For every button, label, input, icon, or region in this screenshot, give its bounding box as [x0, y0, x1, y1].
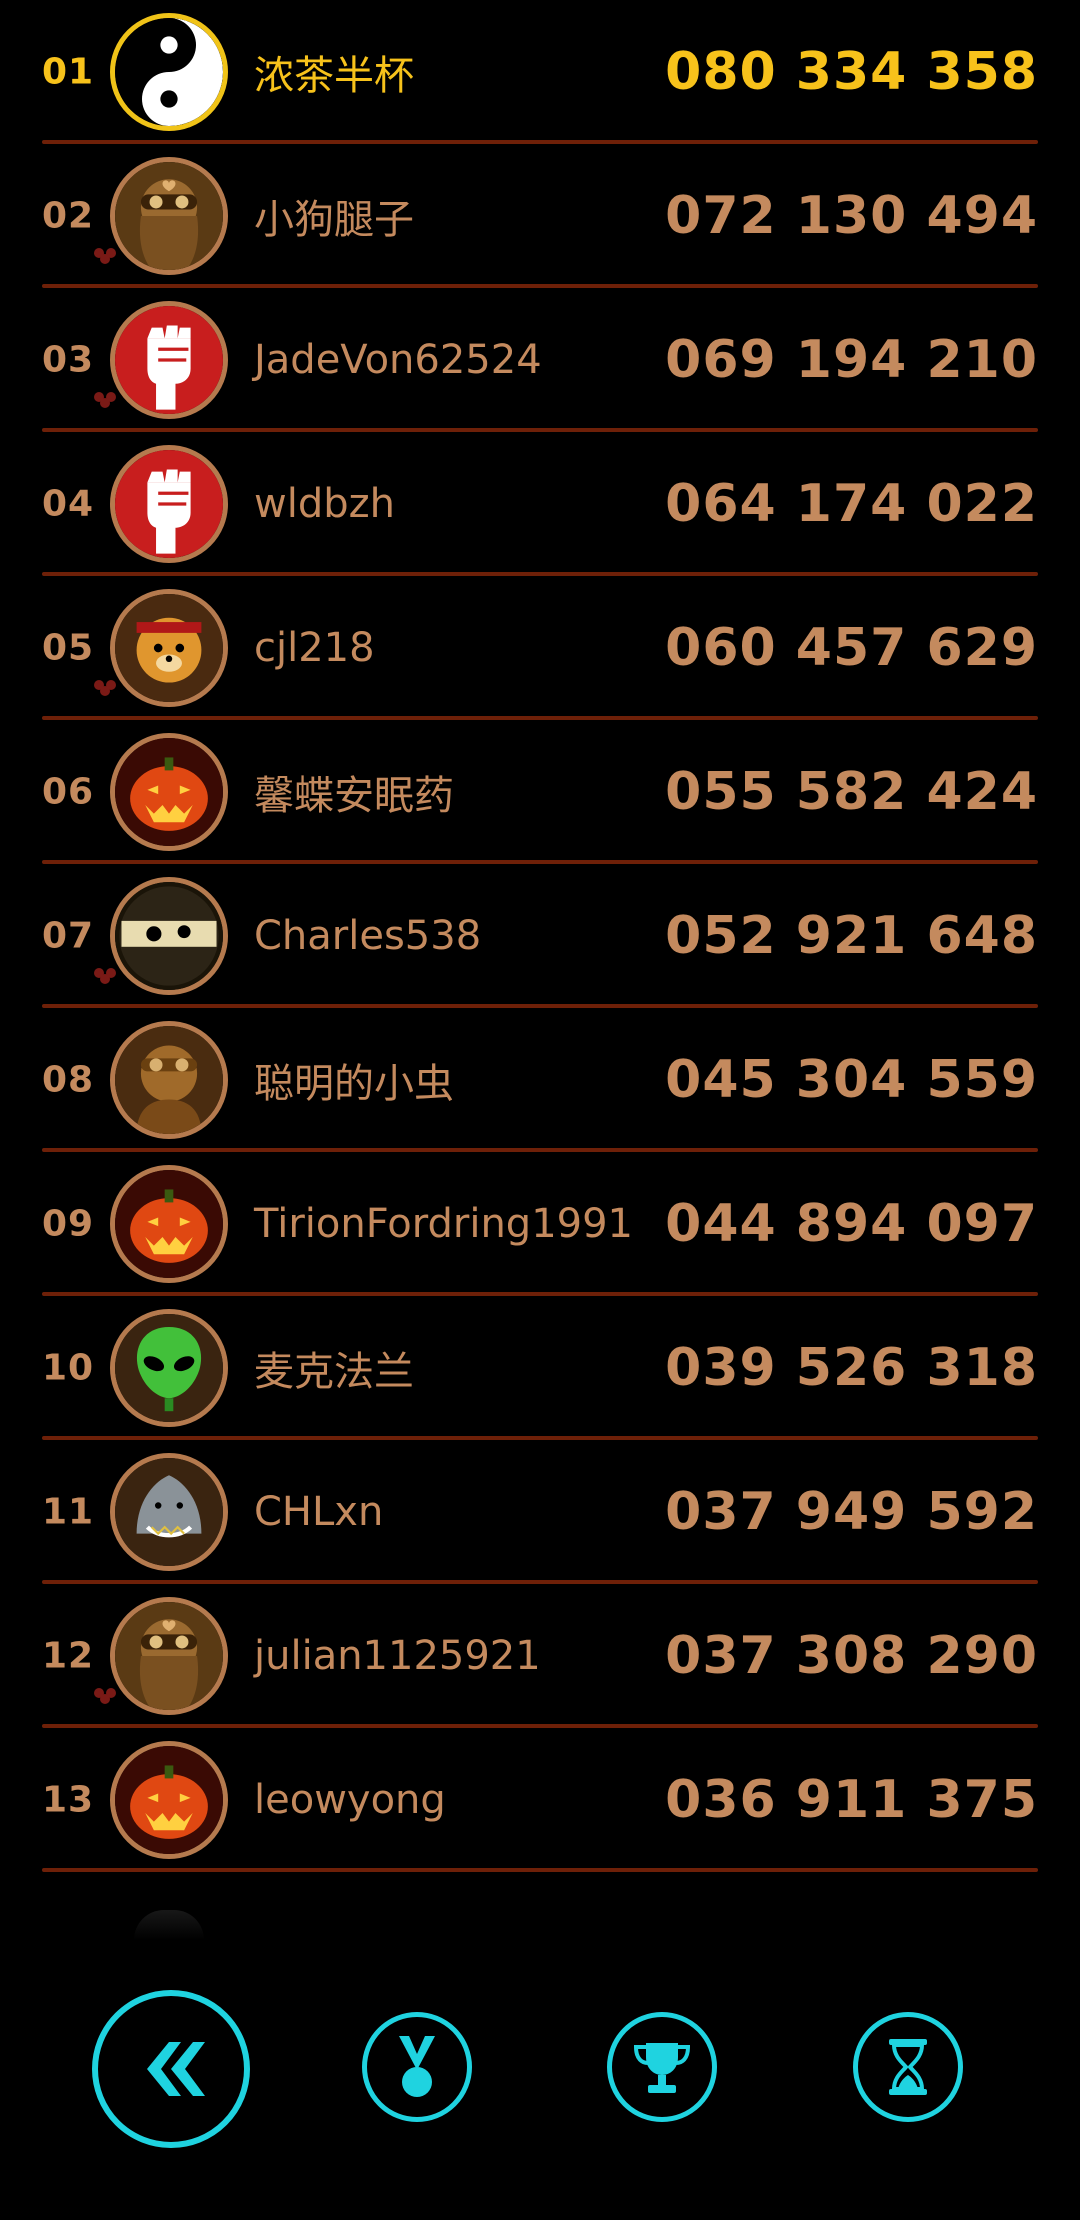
alien-icon [115, 1314, 223, 1422]
leaderboard-row[interactable]: 07 Charles538 052 921 648 [0, 864, 1080, 1008]
back-double-chevron-icon [147, 2042, 205, 2096]
rank-number: 10 [42, 1347, 95, 1389]
leaderboard-row[interactable]: 06 馨蝶安眠药 055 582 424 [0, 720, 1080, 864]
player-name: 小狗腿子 [254, 197, 414, 243]
player-score: 052 921 648 [665, 906, 1038, 966]
player-name: 聪明的小虫 [254, 1061, 454, 1107]
pumpkin-icon [115, 1170, 223, 1278]
player-score: 039 526 318 [665, 1338, 1038, 1398]
player-score: 080 334 358 [665, 42, 1038, 102]
rank-number: 13 [42, 1779, 95, 1821]
medal-icon [399, 2036, 435, 2097]
player-score: 044 894 097 [665, 1194, 1038, 1254]
player-score: 037 308 290 [665, 1626, 1038, 1686]
player-score: 037 949 592 [665, 1482, 1038, 1542]
rank-number: 04 [42, 483, 95, 525]
player-avatar[interactable] [110, 301, 228, 419]
rank-number: 01 [42, 51, 95, 93]
leaderboard-row[interactable]: 05 cjl218 060 457 629 [0, 576, 1080, 720]
player-score: 064 174 022 [665, 474, 1038, 534]
player-name: JadeVon62524 [254, 337, 542, 383]
yin-yang-icon [115, 18, 223, 126]
player-name: 麦克法兰 [254, 1349, 414, 1395]
player-name: leowyong [254, 1777, 446, 1823]
rank-number: 02 [42, 195, 95, 237]
leaderboard-row[interactable]: 02 小狗腿子 072 130 494 [0, 144, 1080, 288]
player-name: 馨蝶安眠药 [254, 773, 454, 819]
rank-number: 03 [42, 339, 95, 381]
leaderboard-row[interactable]: 08 聪明的小虫 045 304 559 [0, 1008, 1080, 1152]
player-score: 055 582 424 [665, 762, 1038, 822]
group-icon [94, 968, 118, 984]
rank-number: 12 [42, 1635, 95, 1677]
leaderboard-row[interactable]: 04 wldbzh 064 174 022 [0, 432, 1080, 576]
bottom-nav [0, 1990, 1080, 2160]
raised-fist-icon [115, 306, 223, 414]
rank-number: 08 [42, 1059, 95, 1101]
rank-number: 07 [42, 915, 95, 957]
back-button[interactable] [92, 1990, 250, 2148]
pumpkin-icon [115, 738, 223, 846]
player-avatar[interactable] [110, 1165, 228, 1283]
hourglass-icon [889, 2039, 927, 2095]
group-icon [94, 392, 118, 408]
player-avatar[interactable] [110, 1021, 228, 1139]
player-avatar[interactable] [110, 733, 228, 851]
player-avatar[interactable] [110, 589, 228, 707]
player-name: wldbzh [254, 481, 395, 527]
rank-number: 06 [42, 771, 95, 813]
player-avatar[interactable] [110, 13, 228, 131]
player-avatar[interactable] [110, 877, 228, 995]
player-score: 060 457 629 [665, 618, 1038, 678]
player-name: CHLxn [254, 1489, 384, 1535]
leaderboard-row[interactable]: 12 julian1125921 037 308 290 [0, 1584, 1080, 1728]
leaderboard-row[interactable]: 10 麦克法兰 039 526 318 [0, 1296, 1080, 1440]
leaderboard-row[interactable]: 01 浓茶半杯 080 334 358 [0, 0, 1080, 144]
trophy-icon [633, 2043, 691, 2093]
player-avatar[interactable] [110, 157, 228, 275]
rank-number: 11 [42, 1491, 95, 1533]
ninja-icon [115, 882, 223, 990]
player-name: 浓茶半杯 [254, 53, 414, 99]
pilot-woman-icon [115, 1602, 223, 1710]
player-score: 069 194 210 [665, 330, 1038, 390]
group-icon [94, 1688, 118, 1704]
pumpkin-icon [115, 1746, 223, 1854]
pilot-woman-icon [115, 162, 223, 270]
hourglass-button[interactable] [853, 2012, 963, 2122]
pilot-man-icon [115, 1026, 223, 1134]
medal-button[interactable] [362, 2012, 472, 2122]
group-icon [94, 248, 118, 264]
player-avatar[interactable] [110, 1309, 228, 1427]
player-score: 045 304 559 [665, 1050, 1038, 1110]
leaderboard-row[interactable]: 11 CHLxn 037 949 592 [0, 1440, 1080, 1584]
leaderboard-row[interactable]: 13 leowyong 036 911 375 [0, 1728, 1080, 1872]
player-name: TirionFordring1991 [254, 1201, 633, 1247]
player-name: julian1125921 [254, 1633, 541, 1679]
shark-icon [115, 1458, 223, 1566]
row-separator [42, 1868, 1038, 1872]
player-avatar[interactable] [110, 1741, 228, 1859]
trophy-button[interactable] [607, 2012, 717, 2122]
player-name: Charles538 [254, 913, 482, 959]
player-avatar[interactable] [110, 445, 228, 563]
player-avatar[interactable] [110, 1597, 228, 1715]
player-avatar[interactable] [110, 1453, 228, 1571]
player-name: cjl218 [254, 625, 375, 671]
group-icon [94, 680, 118, 696]
tiger-icon [115, 594, 223, 702]
rank-number: 05 [42, 627, 95, 669]
rank-number: 09 [42, 1203, 95, 1245]
raised-fist-icon [115, 450, 223, 558]
leaderboard: 01 浓茶半杯 080 334 358 02 小狗腿子 072 130 494 03 Jade… [0, 0, 1080, 1872]
leaderboard-row[interactable]: 03 JadeVon62524 069 194 210 [0, 288, 1080, 432]
player-score: 072 130 494 [665, 186, 1038, 246]
player-score: 036 911 375 [665, 1770, 1038, 1830]
partial-avatar [134, 1910, 204, 1940]
leaderboard-row[interactable]: 09 TirionFordring1991 044 894 097 [0, 1152, 1080, 1296]
